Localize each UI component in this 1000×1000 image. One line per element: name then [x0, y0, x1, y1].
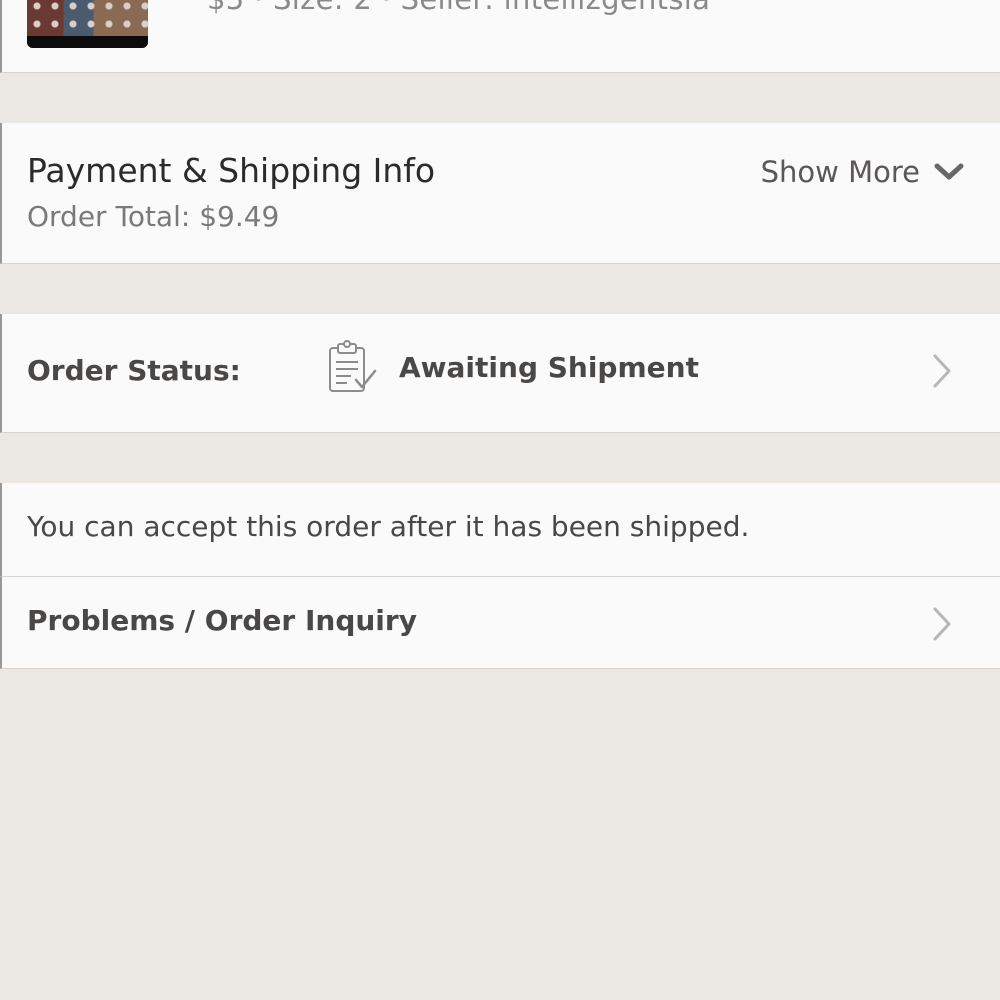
item-thumbnail[interactable] [27, 0, 148, 48]
show-more-label: Show More [760, 155, 920, 189]
order-total: Order Total: $9.49 [27, 200, 280, 233]
chevron-right-icon [930, 352, 954, 394]
chevron-down-icon [934, 162, 964, 182]
order-status-value: Awaiting Shipment [399, 351, 699, 384]
item-summary-text: $5 · Size: 2 · Seller: intellizgentsia [207, 0, 710, 16]
chevron-right-icon [930, 605, 954, 647]
show-more-button[interactable]: Show More [761, 155, 964, 189]
problems-order-inquiry-row[interactable]: Problems / Order Inquiry [0, 576, 1000, 669]
accept-order-message: You can accept this order after it has b… [0, 483, 1000, 576]
order-status-label: Order Status: [27, 354, 241, 387]
order-status-row[interactable]: Order Status: Awaiting Shipment [0, 314, 1000, 433]
order-item-card[interactable]: $5 · Size: 2 · Seller: intellizgentsia [0, 0, 1000, 73]
clipboard-check-icon [325, 340, 379, 400]
problems-order-inquiry-label: Problems / Order Inquiry [27, 604, 417, 637]
accept-order-text: You can accept this order after it has b… [27, 510, 750, 543]
payment-shipping-card: Payment & Shipping Info Order Total: $9.… [0, 123, 1000, 264]
payment-shipping-title: Payment & Shipping Info [27, 151, 436, 190]
